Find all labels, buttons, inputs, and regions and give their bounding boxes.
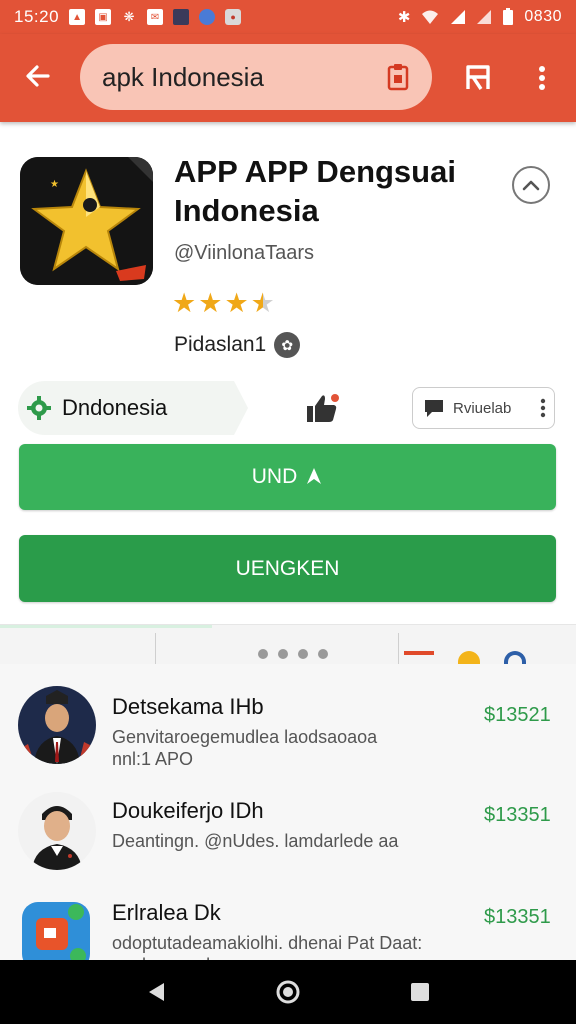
item-description: Deantingn. @nUdes. lamdarlede aa [112, 831, 399, 851]
screenshot-carousel[interactable] [0, 624, 576, 664]
mail-icon: ✉ [147, 9, 164, 25]
app-icon: ★ [20, 157, 153, 285]
nav-back-button[interactable] [136, 972, 176, 1012]
messenger-icon [199, 9, 216, 25]
review-label: Rviuelab [453, 399, 512, 417]
clipboard-icon[interactable] [384, 61, 412, 93]
circle-home-icon [276, 980, 300, 1004]
system-nav-bar [0, 960, 576, 1024]
dot [318, 649, 328, 659]
battery-icon [503, 8, 514, 25]
list-item[interactable]: Doukeiferjo IDh Deantingn. @nUdes. lamda… [0, 772, 576, 880]
preview-shape [458, 651, 480, 664]
battery-text: 0830 [524, 8, 562, 25]
bookmark-button[interactable] [460, 58, 496, 98]
category-label: Pidaslan1 [174, 333, 267, 356]
star-icon: ★ [224, 288, 249, 318]
open-button[interactable]: UENGKEN [19, 535, 556, 602]
item-price: $13521 [484, 704, 551, 726]
carousel-preview [404, 651, 526, 664]
preview-shape [504, 651, 526, 664]
carousel-dots [258, 649, 328, 659]
svg-text:★: ★ [50, 179, 59, 190]
back-button[interactable] [20, 58, 56, 94]
bluetooth-icon: ✱ [397, 9, 411, 26]
triangle-back-icon [149, 983, 164, 1001]
status-time: 15:20 [14, 7, 60, 26]
install-label: UND [251, 465, 298, 488]
arrow-left-icon [26, 65, 50, 87]
list-item[interactable]: Erlralea Dk odoptutadeamakiolhi. dhenai … [0, 880, 576, 960]
developer-name[interactable]: @ViinlonaTaars [174, 242, 314, 265]
wifi-icon [422, 10, 439, 24]
app-icon-small [173, 9, 190, 25]
more-vert-icon[interactable] [540, 398, 546, 418]
item-title: Detsekama IHb [112, 694, 264, 719]
image-icon: ▣ [95, 9, 112, 25]
star-icon: ★ [198, 288, 223, 318]
signal-icon-2 [477, 10, 492, 24]
divider [398, 633, 399, 664]
dot [298, 649, 308, 659]
more-button[interactable] [528, 58, 556, 98]
app-title: APP APP Dengsuai Indonesia [174, 154, 456, 228]
status-right: ✱ 0830 [398, 8, 562, 26]
status-left: 15:20 ▲ ▣ ❋ ✉ ● [14, 7, 242, 27]
thumbs-up-icon [307, 394, 339, 422]
avatar [22, 902, 90, 960]
chevron-up-icon [522, 180, 540, 191]
globe-icon: ✿ [274, 332, 301, 358]
bookmark-icon [466, 65, 490, 90]
record-icon: ● [225, 9, 242, 25]
region-chip[interactable]: Dndonesia [18, 381, 248, 435]
list-item[interactable]: Detsekama IHb Genvitaroegemudlea laodsao… [0, 664, 576, 772]
search-query[interactable]: apk Indonesia [102, 62, 384, 93]
notification-icon: ▲ [69, 9, 86, 25]
status-bar: 15:20 ▲ ▣ ❋ ✉ ● ✱ 0830 [0, 0, 576, 34]
settings-icon: ❋ [123, 9, 135, 24]
carousel-indicator [0, 625, 212, 628]
nav-home-button[interactable] [268, 972, 308, 1012]
signal-icon [451, 10, 466, 24]
star-icon: ★ [172, 288, 197, 318]
region-label: Dndonesia [62, 395, 168, 420]
app-list: Detsekama IHb Genvitaroegemudlea laodsao… [0, 664, 576, 960]
divider [155, 633, 156, 664]
open-label: UENGKEN [235, 556, 340, 580]
dot [258, 649, 268, 659]
comment-icon [425, 400, 443, 417]
item-description: Genvitaroegemudlea laodsaoaoa nnl:1 APO [112, 727, 378, 769]
avatar [18, 792, 96, 870]
review-chip[interactable]: Rviuelab [412, 387, 555, 429]
category-row: Pidaslan1 ✿ [174, 332, 301, 358]
toolbar: apk Indonesia [0, 34, 576, 122]
search-input[interactable]: apk Indonesia [80, 44, 432, 110]
item-title: Doukeiferjo IDh [112, 798, 264, 823]
like-button[interactable] [302, 390, 342, 426]
item-price: $13351 [484, 906, 551, 928]
item-price: $13351 [484, 804, 551, 826]
item-title: Erlralea Dk [112, 900, 221, 925]
gear-icon [27, 396, 51, 420]
item-description: odoptutadeamakiolhi. dhenai Pat Daat: an… [112, 933, 423, 960]
avatar [18, 686, 96, 764]
collapse-button[interactable] [512, 166, 550, 204]
nav-recents-button[interactable] [400, 972, 440, 1012]
install-button[interactable]: UND [19, 444, 556, 510]
square-recents-icon [411, 983, 429, 1001]
arrow-up-icon [307, 468, 322, 484]
more-vert-icon [539, 66, 545, 90]
rating-stars: ★ ★ ★ ★ [172, 288, 275, 318]
dot [278, 649, 288, 659]
star-half-icon: ★ [250, 288, 275, 318]
preview-shape [404, 651, 434, 664]
